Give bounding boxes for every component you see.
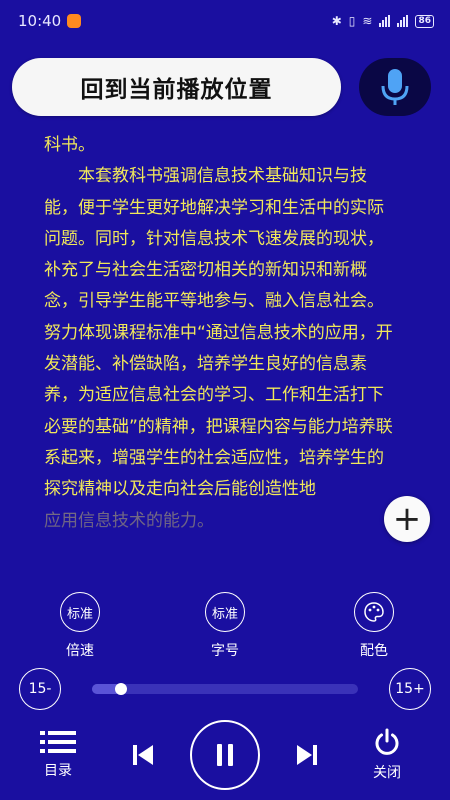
add-button[interactable]: + — [384, 496, 430, 542]
status-time: 10:40 — [18, 12, 62, 30]
skip-next-icon — [297, 745, 317, 765]
font-size-value: 标准 — [211, 606, 238, 622]
palette-icon — [364, 602, 384, 622]
signal-icon — [379, 15, 391, 27]
catalog-button[interactable]: 目录 — [40, 730, 76, 780]
previous-button[interactable] — [133, 744, 153, 766]
list-icon — [40, 731, 76, 753]
status-left: 10:40 — [18, 12, 82, 30]
speed-value-badge[interactable]: 标准 — [60, 592, 100, 632]
catalog-label: 目录 — [44, 763, 72, 779]
speed-label: 倍速 — [66, 643, 94, 659]
forward-15-button[interactable]: 15+ — [389, 668, 431, 710]
rewind-15-button[interactable]: 15- — [19, 668, 61, 710]
progress-track[interactable] — [92, 683, 358, 695]
close-button[interactable]: 关闭 — [373, 728, 401, 782]
vibrate-icon: ▯ — [348, 14, 356, 28]
power-icon — [375, 728, 399, 755]
palette-badge[interactable] — [354, 592, 394, 632]
reading-line: 科书。 — [44, 135, 95, 155]
speed-setting[interactable]: 标准 倍速 — [50, 592, 110, 660]
color-scheme-setting[interactable]: 配色 — [344, 592, 404, 660]
battery-icon: 86 — [415, 14, 434, 28]
return-to-position-button[interactable]: 回到当前播放位置 — [12, 58, 341, 116]
status-bar: 10:40 ✱ ▯ ≋ 86 — [0, 0, 450, 42]
progress-thumb[interactable] — [115, 683, 128, 695]
pause-icon — [217, 744, 233, 766]
reading-text-area: 科书。 本套教科书强调信息技术基础知识与技能，便于学生更好地解决学习和生活中的实… — [44, 130, 394, 537]
plus-icon: + — [392, 499, 422, 539]
close-label: 关闭 — [373, 765, 401, 781]
next-button[interactable] — [297, 744, 317, 766]
rewind-15-label: 15- — [28, 681, 52, 697]
speed-value: 标准 — [66, 606, 93, 622]
font-size-label: 字号 — [211, 643, 239, 659]
reading-line-faded: 应用信息技术的能力。 — [44, 510, 214, 531]
signal-icon-2 — [397, 15, 409, 27]
bluetooth-icon: ✱ — [331, 14, 342, 28]
font-size-value-badge[interactable]: 标准 — [205, 592, 245, 632]
voice-button[interactable] — [359, 58, 431, 116]
wifi-icon: ≋ — [362, 14, 373, 28]
forward-15-label: 15+ — [395, 681, 425, 697]
microphone-icon — [381, 69, 409, 105]
status-right: ✱ ▯ ≋ 86 — [332, 14, 434, 28]
reading-paragraph: 本套教科书强调信息技术基础知识与技能，便于学生更好地解决学习和生活中的实际问题。… — [44, 166, 393, 500]
color-scheme-label: 配色 — [360, 643, 388, 659]
play-pause-button[interactable] — [190, 720, 260, 790]
font-size-setting[interactable]: 标准 字号 — [195, 592, 255, 660]
return-to-position-label: 回到当前播放位置 — [80, 77, 273, 103]
app-notification-icon — [67, 14, 82, 28]
skip-previous-icon — [133, 745, 153, 765]
